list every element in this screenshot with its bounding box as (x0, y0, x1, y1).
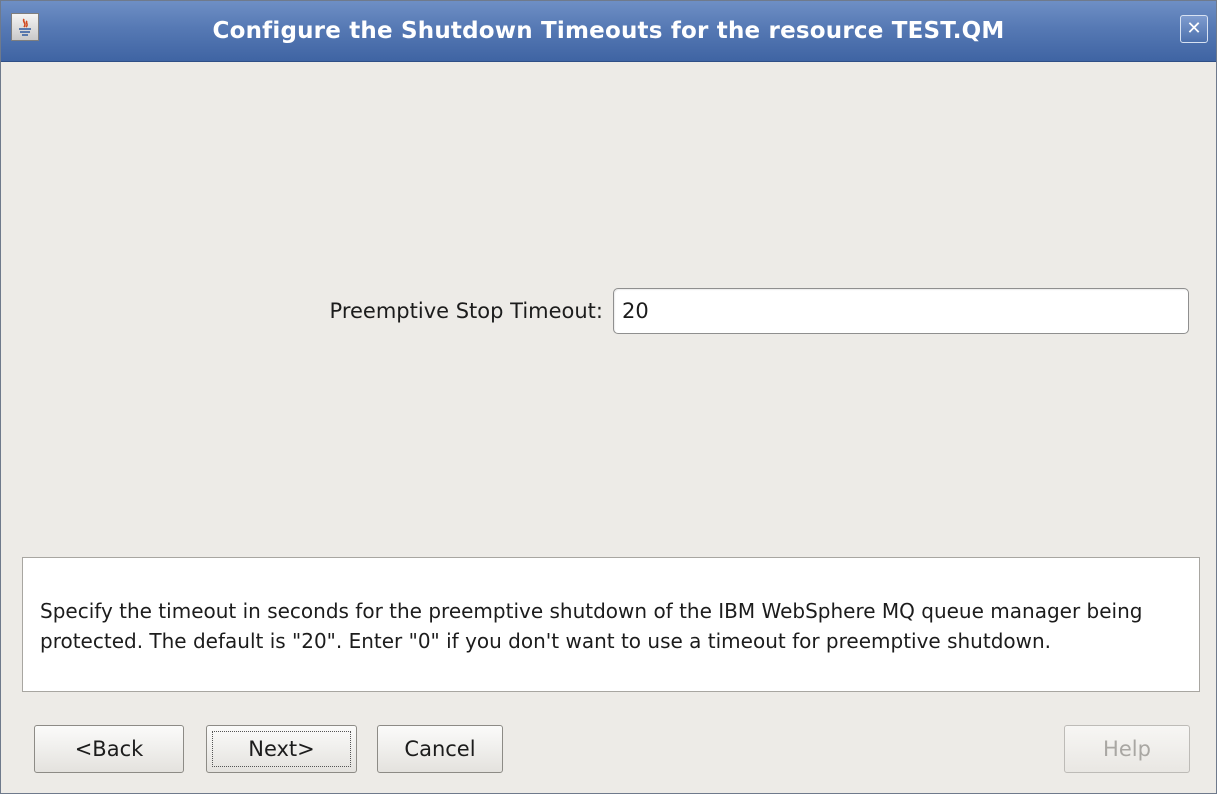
dialog-window: Configure the Shutdown Timeouts for the … (0, 0, 1217, 794)
back-button[interactable]: <Back (34, 725, 184, 773)
java-icon[interactable] (11, 13, 39, 41)
window-title: Configure the Shutdown Timeouts for the … (212, 18, 1005, 44)
next-button[interactable]: Next> (206, 725, 357, 773)
cancel-button[interactable]: Cancel (377, 725, 503, 773)
next-button-label: Next> (248, 737, 315, 761)
description-panel: Specify the timeout in seconds for the p… (22, 557, 1200, 692)
description-text: Specify the timeout in seconds for the p… (40, 599, 1143, 653)
preemptive-stop-timeout-input[interactable] (613, 288, 1189, 334)
help-button: Help (1064, 725, 1190, 773)
close-icon[interactable]: ✕ (1180, 15, 1208, 43)
preemptive-stop-timeout-label: Preemptive Stop Timeout: (329, 299, 603, 323)
title-bar[interactable]: Configure the Shutdown Timeouts for the … (1, 1, 1216, 62)
